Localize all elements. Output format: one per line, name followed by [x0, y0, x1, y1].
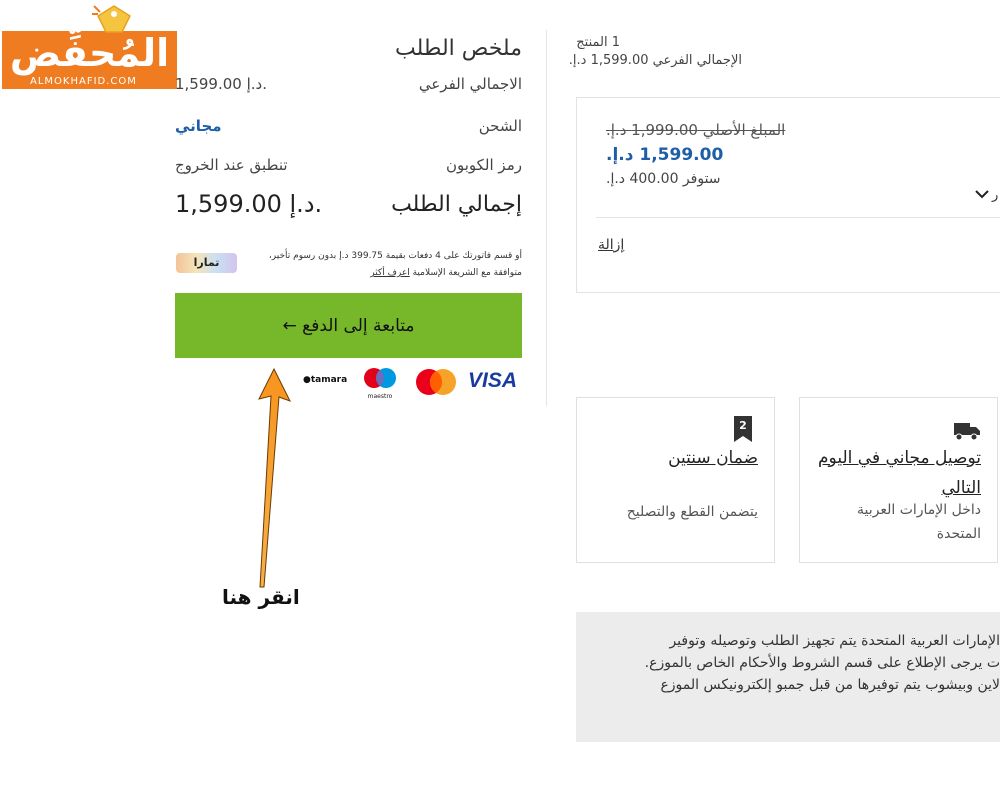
learn-more-link[interactable]: اعرف أكثر	[370, 268, 410, 278]
site-logo: المُحفِّض ALMOKHAFID.COM	[0, 0, 180, 92]
logo-subtext: ALMOKHAFID.COM	[30, 76, 137, 87]
remove-item-link[interactable]: إزالة	[598, 237, 624, 253]
maestro-label: maestro	[367, 393, 393, 400]
tamara-line-1: أو قسم فاتورتك على 4 دفعات بقيمة 399.75 …	[268, 251, 522, 261]
tamara-logo-text: tamara	[310, 375, 348, 385]
tamara-badge: تمارا	[176, 253, 237, 273]
maestro-logo: maestro	[360, 366, 400, 400]
warranty-desc: يتضمن القطع والتصليح	[626, 504, 758, 520]
order-total-label: إجمالي الطلب	[391, 192, 522, 217]
click-here-annotation: انقر هنا	[222, 585, 300, 609]
product-count: 1 المنتج	[576, 35, 620, 50]
saving-amount: ستوفر 400.00 د.إ.	[606, 171, 721, 187]
subtotal-value: 1,599.00 د.إ.	[175, 75, 267, 93]
mastercard-logo	[416, 369, 456, 395]
cut-off-label: ر	[992, 188, 999, 203]
order-summary-title: ملخص الطلب	[395, 36, 522, 61]
annotation-arrow-icon	[258, 367, 292, 588]
column-divider	[546, 30, 547, 406]
tamara-line-2-text: متوافقة مع الشريعة الإسلامية	[409, 268, 522, 278]
warranty-badge-number: 2	[739, 419, 747, 432]
proceed-to-payment-button[interactable]: متابعة إلى الدفع ←	[175, 293, 522, 358]
subtotal-label: الاجمالي الفرعي	[418, 75, 522, 93]
tamara-line-2: متوافقة مع الشريعة الإسلامية اعرف أكثر	[252, 265, 522, 282]
delivery-truck-icon	[954, 423, 980, 441]
coupon-value: تنطبق عند الخروج	[175, 156, 288, 174]
free-delivery-title: توصيل مجاني في اليوم التالي	[818, 448, 981, 498]
order-total-value: 1,599.00 د.إ.	[175, 190, 323, 218]
shipping-value: مجاني	[175, 117, 222, 135]
original-price: المبلغ الأصلي 1,999.00 د.إ.	[606, 121, 786, 139]
chevron-down-icon[interactable]	[974, 186, 990, 202]
maestro-circles-icon	[364, 368, 396, 388]
tamara-logo-dot-icon: ●	[303, 375, 311, 385]
price-tag-icon	[92, 5, 131, 33]
warranty-card: 2 ضمان سنتين يتضمن القطع والتصليح	[576, 397, 775, 563]
warranty-title: ضمان سنتين	[668, 448, 758, 468]
coupon-label: رمز الكوبون	[445, 156, 522, 174]
seller-notice-text: الإمارات العربية المتحدة يتم تجهيز الطلب…	[580, 630, 1000, 696]
free-delivery-desc: داخل الإمارات العربية المتحدة	[856, 502, 981, 542]
notice-line-2: ت يرجى الإطلاع على قسم الشروط والأحكام ا…	[644, 655, 1000, 671]
card-divider	[596, 217, 1000, 218]
product-subtotal: الإجمالي الفرعي 1,599.00 د.إ.	[568, 53, 742, 68]
notice-line-3: لاين وبيشوب يتم توفيرها من قبل جمبو إلكت…	[660, 677, 1000, 693]
visa-logo: VISA	[468, 369, 518, 392]
tamara-logo: ●tamara	[303, 375, 347, 385]
tamara-installment-text: أو قسم فاتورتك على 4 دفعات بقيمة 399.75 …	[252, 248, 522, 282]
notice-line-1: الإمارات العربية المتحدة يتم تجهيز الطلب…	[669, 633, 1000, 649]
current-price: 1,599.00 د.إ.	[606, 145, 724, 165]
free-delivery-card: توصيل مجاني في اليوم التالي داخل الإمارا…	[799, 397, 998, 563]
shipping-label: الشحن	[478, 117, 522, 135]
